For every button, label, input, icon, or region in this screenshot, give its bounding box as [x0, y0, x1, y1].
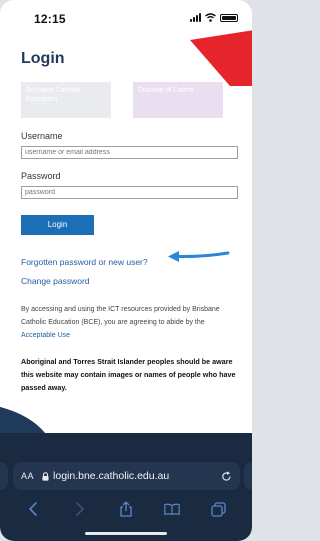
- phone-screen: 12:15 Login Brisbane Catholic Education …: [0, 0, 252, 541]
- password-input[interactable]: [21, 186, 238, 199]
- organisation-tiles: Brisbane Catholic Education Diocese of C…: [21, 82, 241, 118]
- acceptable-use-link[interactable]: Acceptable Use: [21, 332, 70, 339]
- status-time: 12:15: [34, 12, 66, 26]
- status-icons: [190, 13, 238, 22]
- wifi-icon: [205, 13, 216, 22]
- username-input[interactable]: [21, 146, 238, 159]
- previous-tab-edge[interactable]: [0, 462, 8, 490]
- home-indicator[interactable]: [85, 532, 167, 535]
- battery-icon: [220, 13, 238, 22]
- cultural-notice: Aboriginal and Torres Strait Islander pe…: [21, 357, 236, 392]
- username-label: Username: [21, 131, 63, 141]
- reload-icon[interactable]: [221, 470, 232, 482]
- terms-body: By accessing and using the ICT resources…: [21, 306, 220, 326]
- login-button[interactable]: Login: [21, 215, 94, 235]
- tile-brisbane-catholic-education[interactable]: Brisbane Catholic Education: [21, 82, 111, 118]
- tabs-icon[interactable]: [211, 501, 227, 517]
- url-text[interactable]: login.bne.catholic.edu.au: [53, 470, 169, 482]
- text-size-button[interactable]: AA: [21, 471, 34, 481]
- arrow-annotation-icon: [168, 251, 230, 262]
- login-form-container: Login Brisbane Catholic Education Dioces…: [21, 50, 241, 394]
- share-icon[interactable]: [118, 501, 134, 517]
- forgot-link-row: Forgotten password or new user?: [21, 251, 241, 267]
- back-icon[interactable]: [25, 501, 41, 517]
- lock-icon: [42, 471, 49, 481]
- change-password-link[interactable]: Change password: [21, 276, 90, 286]
- page-title: Login: [21, 50, 65, 67]
- tile-diocese-of-cairns[interactable]: Diocese of Cairns: [133, 82, 223, 118]
- address-bar[interactable]: AA login.bne.catholic.edu.au: [13, 462, 240, 490]
- next-tab-edge[interactable]: [244, 462, 252, 490]
- forward-icon[interactable]: [72, 501, 88, 517]
- forgot-password-link[interactable]: Forgotten password or new user?: [21, 257, 148, 267]
- signal-icon: [190, 13, 201, 22]
- terms-text: By accessing and using the ICT resources…: [21, 303, 239, 342]
- bookmarks-icon[interactable]: [164, 501, 181, 517]
- password-label: Password: [21, 171, 61, 181]
- browser-toolbar: [0, 496, 252, 522]
